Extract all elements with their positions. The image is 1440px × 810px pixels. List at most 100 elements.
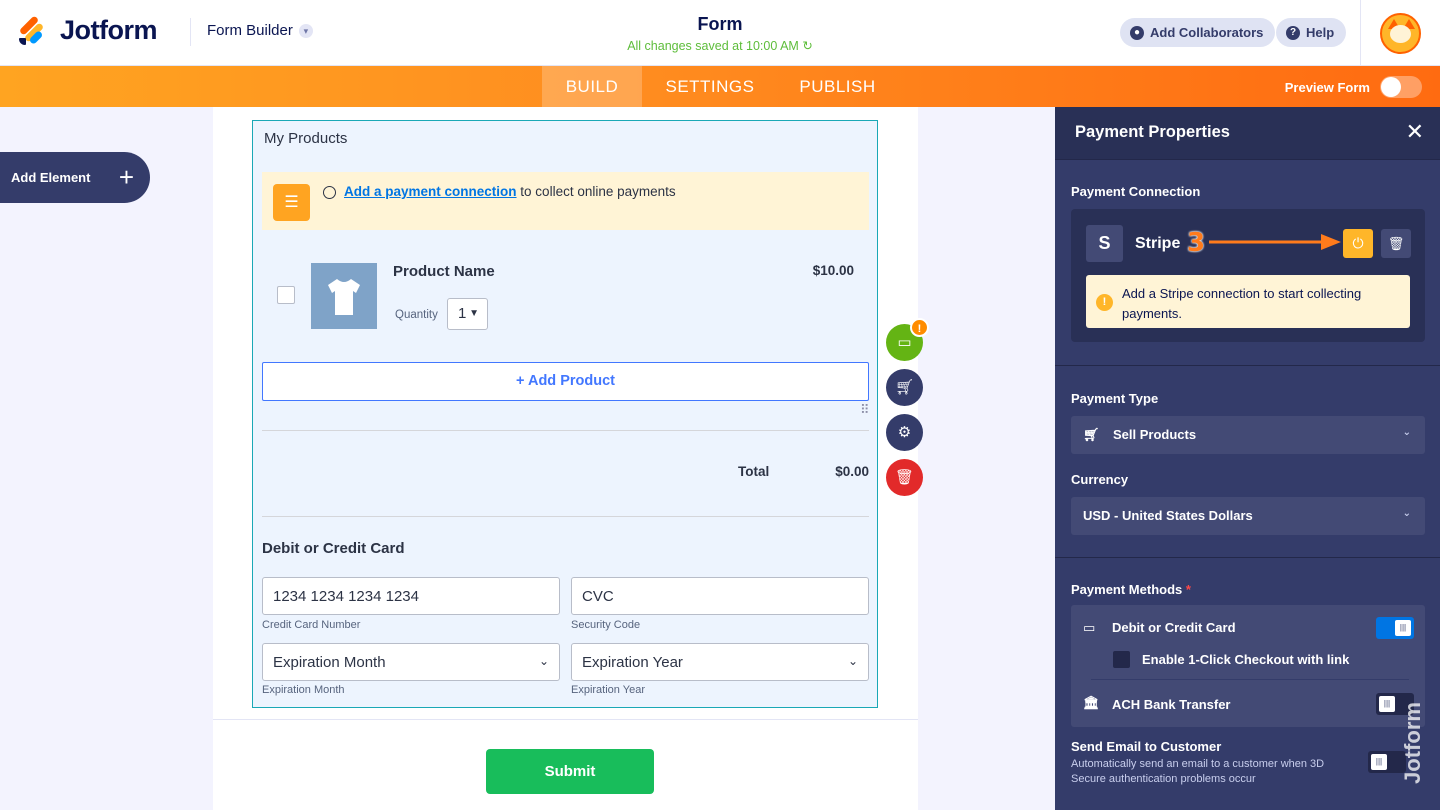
credit-card-icon: ▭ [1083, 620, 1096, 635]
list-check-icon: ☰ [273, 184, 310, 221]
add-collaborators-label: Add Collaborators [1150, 25, 1264, 40]
required-mark: * [1185, 582, 1191, 597]
add-product-button[interactable]: + Add Product [262, 362, 869, 401]
trash-icon: 🗑︎ [1387, 236, 1405, 251]
card-number-placeholder: 1234 1234 1234 1234 [273, 588, 419, 605]
quantity-label: Quantity [395, 309, 438, 321]
field-settings-button[interactable]: ⚙ [886, 414, 923, 451]
preview-form-toggle-group: Preview Form [1285, 76, 1422, 98]
cart-icon: 🛒︎ [1083, 427, 1100, 442]
tshirt-icon [328, 279, 360, 315]
expiration-year-select[interactable]: Expiration Year ⌄ [571, 643, 869, 681]
top-header: Jotform Form Builder ▾ Form All changes … [0, 0, 1440, 66]
card-number-input[interactable]: 1234 1234 1234 1234 [262, 577, 560, 615]
quantity-select[interactable]: 1 ▼ [447, 298, 488, 330]
help-label: Help [1306, 25, 1335, 40]
form-title[interactable]: Form [570, 14, 870, 35]
add-element-button[interactable]: Add Element + [0, 152, 150, 203]
payment-methods-label: Payment Methods * [1071, 582, 1191, 597]
user-icon: ● [1130, 25, 1144, 40]
payment-type-label: Payment Type [1071, 391, 1159, 406]
payment-properties-panel: Payment Properties ✕ Payment Connection … [1055, 107, 1440, 810]
divider [1055, 557, 1440, 558]
product-image [311, 263, 377, 329]
notice-radio [323, 186, 336, 199]
form-builder-dropdown[interactable]: Form Builder ▾ [207, 22, 313, 39]
tab-build[interactable]: BUILD [542, 66, 642, 107]
close-icon[interactable]: ✕ [1406, 119, 1424, 145]
brand-name: Jotform [60, 15, 158, 45]
stripe-connection-card: S Stripe 3 ⏻ 🗑︎ ! Add a Stripe connectio… [1071, 209, 1425, 342]
step-number-annotation: 3 [1187, 228, 1206, 258]
submit-button[interactable]: Submit [486, 749, 654, 794]
payment-connection-notice: ☰ Add a payment connection to collect on… [262, 172, 869, 230]
divider [262, 516, 869, 517]
card-section-title: Debit or Credit Card [262, 540, 405, 557]
chevron-down-icon: ▼ [469, 308, 479, 319]
plus-icon: + [118, 162, 134, 192]
products-button[interactable]: 🛒︎ [886, 369, 923, 406]
chevron-down-icon: ⌄ [1402, 427, 1411, 438]
total-value: $0.00 [835, 464, 869, 479]
currency-label: Currency [1071, 472, 1129, 487]
products-title[interactable]: My Products [264, 130, 347, 147]
cvc-input[interactable]: CVC [571, 577, 869, 615]
help-button[interactable]: ? Help [1276, 18, 1347, 47]
jotform-logo[interactable]: Jotform [18, 14, 158, 46]
add-element-label: Add Element [11, 170, 91, 185]
trash-icon: 🗑︎ [894, 469, 915, 486]
user-avatar[interactable] [1380, 13, 1421, 54]
product-price: $10.00 [812, 263, 854, 278]
builder-nav: BUILD SETTINGS PUBLISH Preview Form [0, 66, 1440, 107]
total-label: Total [738, 464, 770, 479]
gear-icon: ⚙ [897, 424, 912, 441]
connect-plug-button[interactable]: ⏻ [1343, 229, 1373, 258]
delete-field-button[interactable]: 🗑︎ [886, 459, 923, 496]
divider [1091, 679, 1409, 680]
tab-publish[interactable]: PUBLISH [790, 66, 885, 107]
notice-text-wrap: Add a payment connection to collect onli… [344, 184, 676, 199]
toggle-knob: ||| [1379, 696, 1395, 712]
chevron-down-icon: ⌄ [538, 654, 549, 668]
tab-settings[interactable]: SETTINGS [655, 66, 765, 107]
method-ach-label: ACH Bank Transfer [1112, 697, 1231, 712]
product-checkbox[interactable] [277, 286, 295, 304]
chevron-down-icon: ⌄ [847, 654, 858, 668]
remove-connection-button[interactable]: 🗑︎ [1381, 229, 1411, 258]
preview-form-toggle[interactable] [1380, 76, 1422, 98]
payment-type-select[interactable]: 🛒︎ Sell Products ⌄ [1071, 416, 1425, 454]
panel-title: Payment Properties [1075, 123, 1230, 141]
help-icon: ? [1286, 25, 1300, 40]
divider [262, 430, 869, 431]
drag-handle-icon[interactable]: ⠿ [860, 403, 869, 416]
add-payment-connection-link[interactable]: Add a payment connection [344, 184, 517, 199]
gateway-name: Stripe [1135, 235, 1181, 252]
send-email-label: Send Email to Customer [1071, 739, 1222, 754]
divider [1055, 365, 1440, 366]
payment-methods-box: ▭ Debit or Credit Card ||| Enable 1-Clic… [1071, 605, 1425, 727]
expiration-month-sublabel: Expiration Month [262, 684, 345, 696]
chevron-down-icon: ⌄ [1402, 508, 1411, 519]
add-collaborators-button[interactable]: ● Add Collaborators [1120, 18, 1276, 47]
expiration-month-select[interactable]: Expiration Month ⌄ [262, 643, 560, 681]
stripe-warning-text: Add a Stripe connection to start collect… [1122, 286, 1362, 321]
credit-card-icon: ▭ [897, 334, 912, 351]
toggle-knob: ||| [1371, 754, 1387, 770]
stripe-warning: ! Add a Stripe connection to start colle… [1086, 275, 1410, 328]
bank-icon: 🏛︎ [1083, 695, 1100, 710]
save-status-text: All changes saved at 10:00 AM [627, 39, 799, 53]
plug-icon: ⏻ [1352, 235, 1364, 251]
chevron-down-icon: ▾ [298, 23, 313, 38]
preview-form-label: Preview Form [1284, 79, 1370, 95]
avatar-divider [1360, 0, 1361, 66]
warning-badge: ! [910, 318, 929, 337]
cvc-sublabel: Security Code [571, 619, 641, 631]
card-method-toggle[interactable]: ||| [1376, 617, 1414, 639]
watermark-brand: Jotform [1399, 702, 1425, 784]
jotform-logo-icon [18, 14, 48, 46]
currency-select[interactable]: USD - United States Dollars ⌄ [1071, 497, 1425, 535]
annotation-arrow [1209, 234, 1341, 250]
jotform-watermark: Jotform [1399, 690, 1438, 802]
payment-methods-text: Payment Methods [1071, 582, 1183, 597]
one-click-checkbox[interactable] [1113, 651, 1130, 668]
